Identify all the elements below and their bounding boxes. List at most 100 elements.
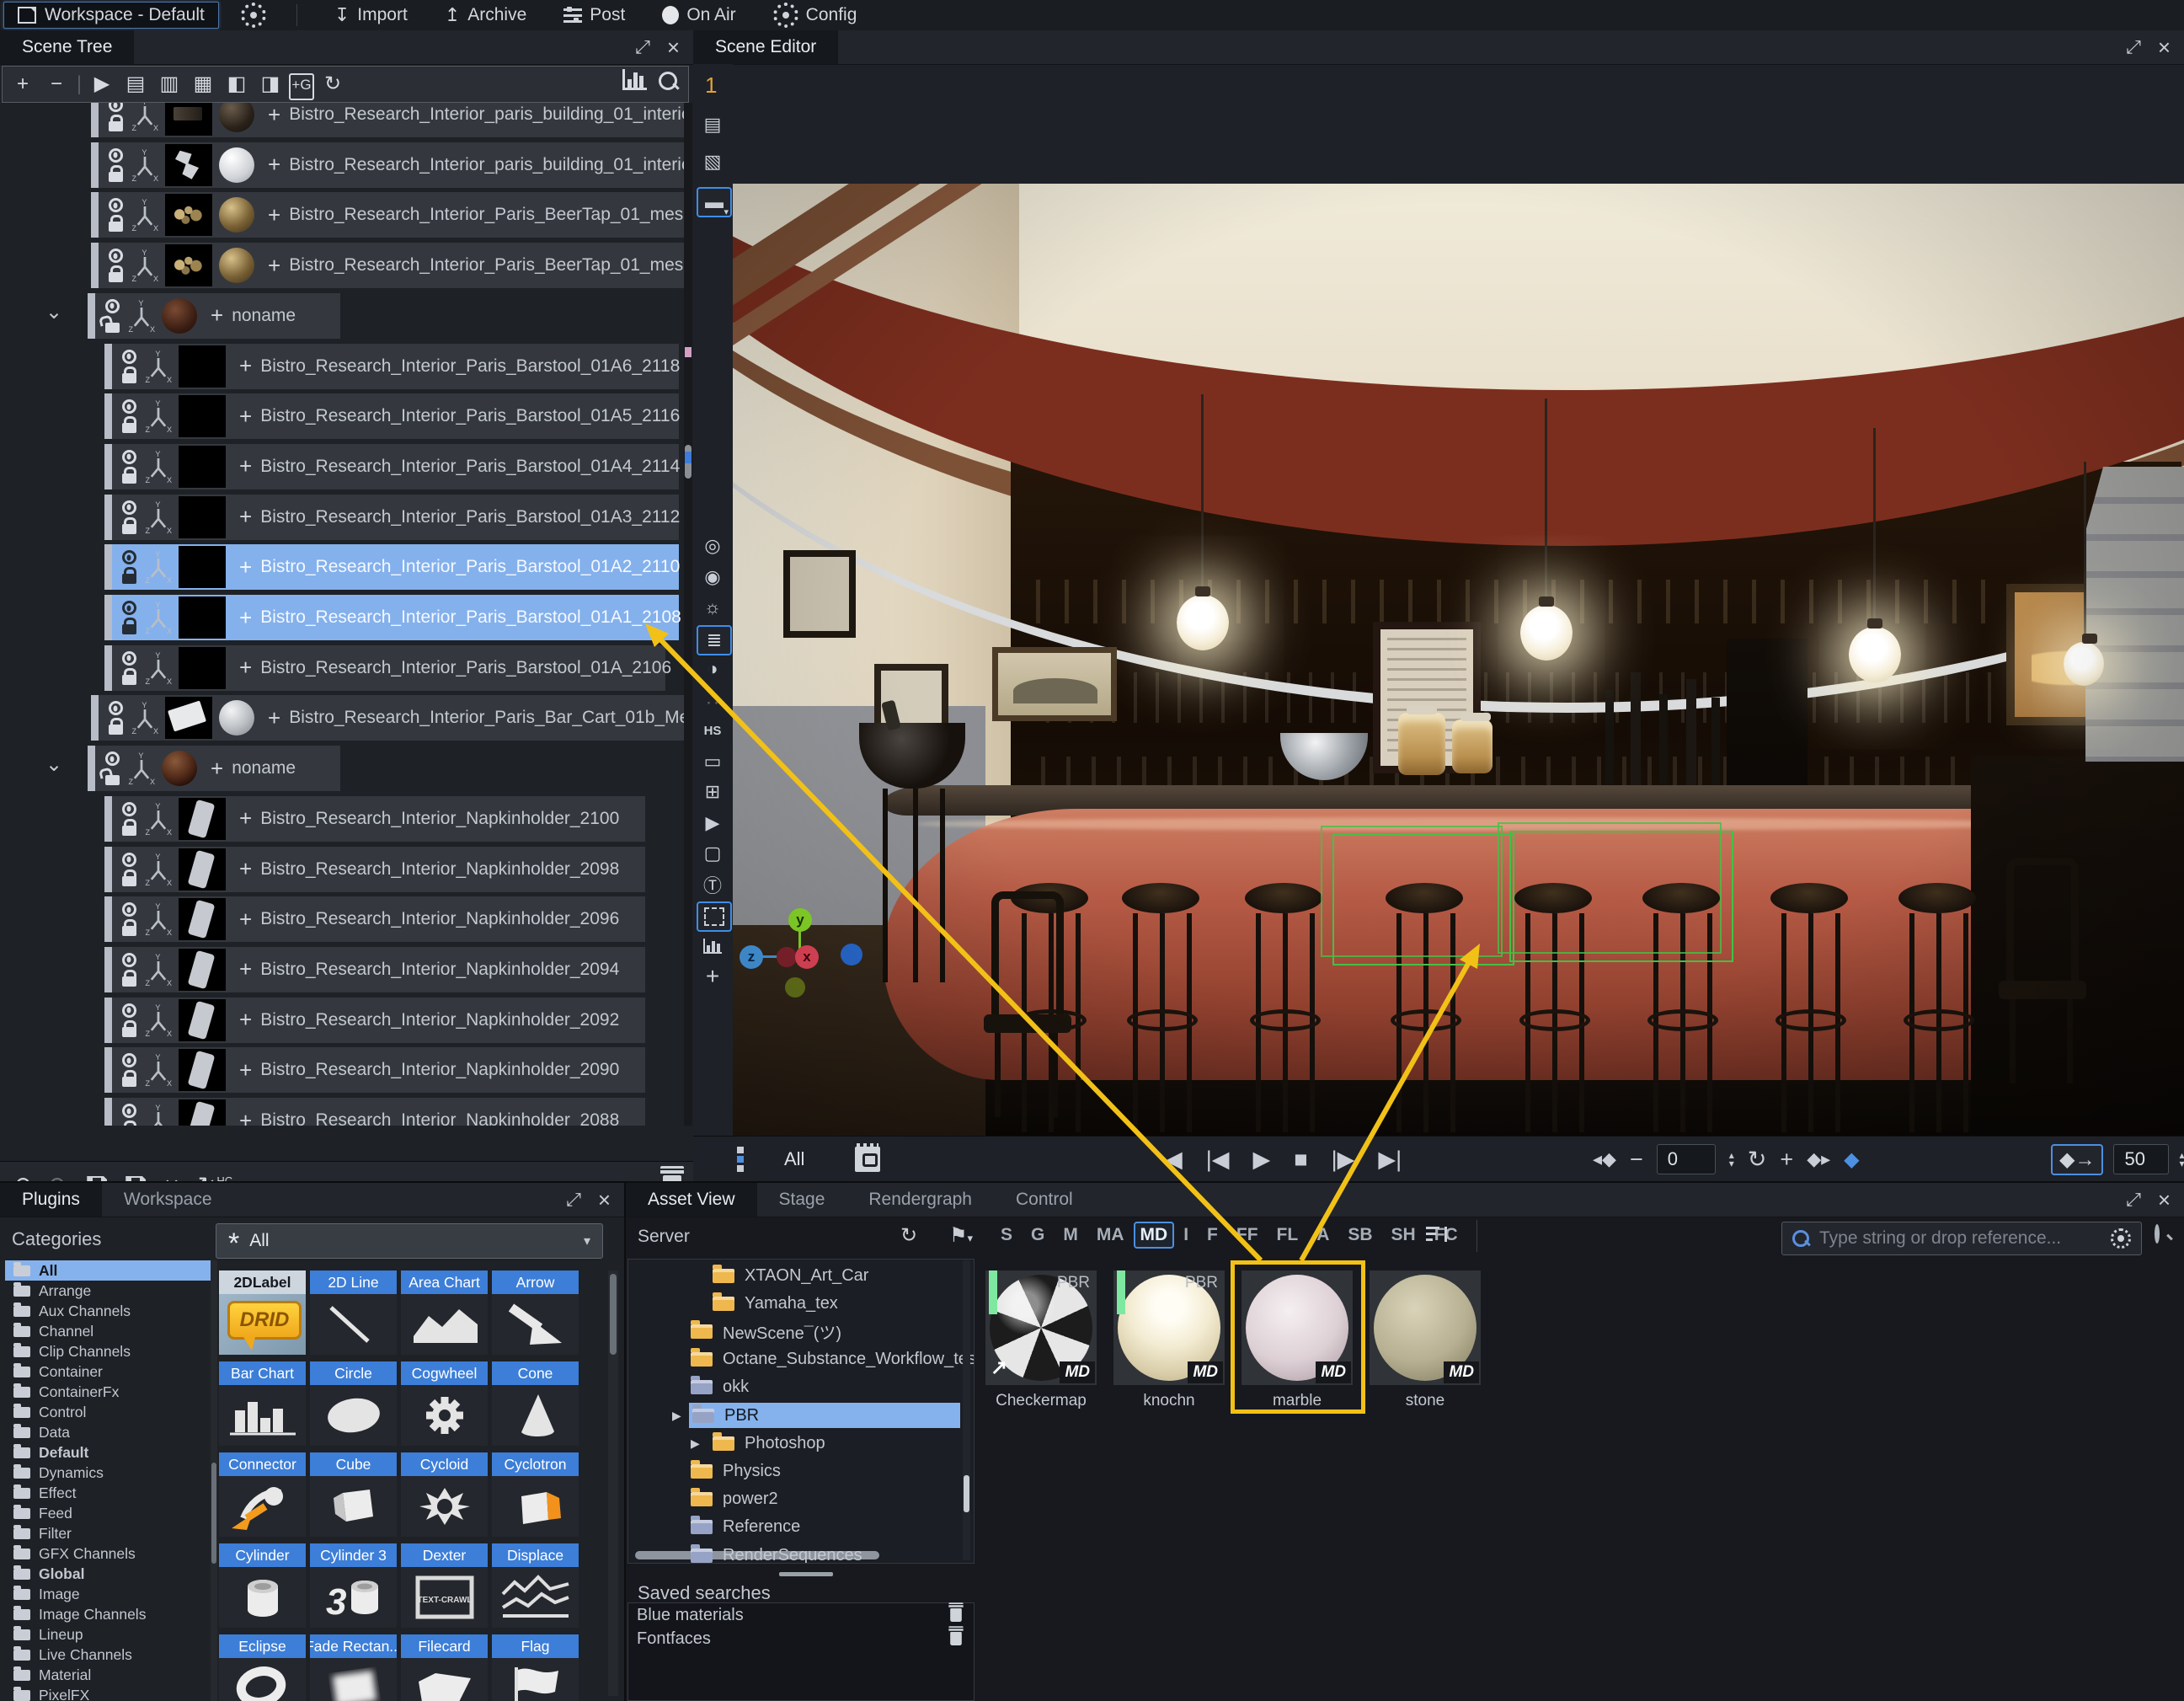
plugin-tile[interactable]: Connector (219, 1452, 306, 1537)
tab-control[interactable]: Control (994, 1183, 1095, 1217)
maximize-icon[interactable]: ⤢ (2126, 1189, 2141, 1211)
tree-row[interactable]: YZX+Bistro_Research_Interior_Napkinholde… (104, 1047, 645, 1093)
category-item[interactable]: Aux Channels (5, 1301, 211, 1321)
plugin-tile[interactable]: Fade Rectan... (310, 1634, 397, 1701)
server-tree-item[interactable]: ▶Photoshop (628, 1431, 975, 1456)
plugin-tile[interactable]: Displace (492, 1543, 579, 1628)
filter-letter-i[interactable]: I (1174, 1222, 1198, 1249)
tab-stage[interactable]: Stage (757, 1183, 847, 1217)
tree-row[interactable]: YZX+Bistro_Research_Interior_Paris_Barst… (104, 444, 679, 489)
points-icon[interactable]: ∴ (697, 687, 729, 714)
camera-icon[interactable]: ◎ (697, 532, 729, 559)
speed-mode-button[interactable]: ◆→ (2051, 1144, 2103, 1175)
category-item[interactable]: PixelFX (5, 1685, 211, 1701)
eye-icon[interactable] (122, 1003, 136, 1018)
plugin-tile[interactable]: Cylinder 33 (310, 1543, 397, 1628)
category-item[interactable]: Container (5, 1361, 211, 1382)
loop-icon[interactable]: ↻ (1748, 1147, 1767, 1173)
eye-icon[interactable] (122, 550, 136, 564)
close-icon[interactable]: × (2158, 1189, 2171, 1211)
filter-letter-a[interactable]: A (1307, 1222, 1338, 1249)
category-item[interactable]: Filter (5, 1523, 211, 1543)
expand-plus-icon[interactable]: + (239, 1108, 252, 1126)
category-item[interactable]: Arrange (5, 1281, 211, 1301)
lock-icon[interactable] (122, 1027, 136, 1037)
refresh-icon[interactable]: ↻ (318, 67, 348, 102)
menu-config[interactable]: Config (773, 3, 857, 28)
lock-icon[interactable] (122, 976, 136, 987)
asset-item[interactable]: MDmarble (1242, 1270, 1353, 1410)
server-tree-item[interactable]: Yamaha_tex (628, 1291, 975, 1316)
stats-icon[interactable] (697, 933, 729, 960)
plugin-tile[interactable]: 2DLabelDRID (219, 1270, 306, 1355)
tree-row[interactable]: YZX+Bistro_Research_Interior_Napkinholde… (104, 796, 645, 842)
hs-icon[interactable]: HS (697, 717, 729, 744)
lock-icon[interactable] (109, 725, 123, 735)
expand-plus-icon[interactable]: + (239, 1007, 252, 1033)
server-tree-item[interactable]: NewScene¯(ツ) (628, 1319, 975, 1344)
sliders-icon[interactable]: ≣ (697, 625, 732, 655)
expand-plus-icon[interactable]: + (239, 504, 252, 530)
tree-row[interactable]: YZX+Bistro_Research_Interior_Paris_Barst… (104, 595, 679, 640)
eye-icon[interactable] (109, 701, 123, 715)
saved-search-item[interactable]: Fontfaces (628, 1627, 974, 1650)
expand-arrow-icon[interactable]: ▶ (691, 1436, 702, 1451)
tree-row[interactable]: YZX+Bistro_Research_Interior_paris_build… (91, 142, 684, 188)
crosshair-icon[interactable]: + (697, 963, 729, 990)
workspace-selector[interactable]: Workspace - Default (3, 2, 219, 29)
plugin-tile[interactable]: Cube (310, 1452, 397, 1537)
tab-scene-tree[interactable]: Scene Tree (0, 30, 134, 64)
tree-stats-icon[interactable] (619, 67, 649, 102)
expand-plus-icon[interactable]: + (239, 453, 252, 479)
asset-item[interactable]: MDstone (1370, 1270, 1481, 1410)
category-item[interactable]: Data (5, 1422, 211, 1442)
expand-plus-icon[interactable]: + (268, 705, 280, 731)
plugin-tile[interactable]: Cyclotron (492, 1452, 579, 1537)
lock-icon[interactable] (109, 272, 123, 282)
jump-end-icon[interactable]: ▶| (1378, 1147, 1402, 1173)
tree-row[interactable]: YZX+Bistro_Research_Interior_Napkinholde… (104, 896, 645, 942)
category-item[interactable]: Effect (5, 1483, 211, 1503)
server-tree-item[interactable]: RenderSequences (628, 1543, 975, 1564)
search-input[interactable]: Type string or drop reference... (1781, 1222, 2142, 1255)
tree-row[interactable]: YZX+Bistro_Research_Interior_Paris_Barst… (104, 393, 679, 439)
lock-icon[interactable] (122, 473, 136, 484)
filter-letter-m[interactable]: M (1054, 1222, 1087, 1249)
advanced-search-icon[interactable] (2155, 1227, 2160, 1242)
category-item[interactable]: Image (5, 1584, 211, 1604)
info-icon[interactable]: ▧ (697, 148, 729, 175)
expand-plus-icon[interactable]: + (239, 353, 252, 379)
category-item[interactable]: Clip Channels (5, 1341, 211, 1361)
tree-row[interactable]: YZX+Bistro_Research_Interior_Napkinholde… (104, 1098, 645, 1126)
lock-icon[interactable] (109, 222, 123, 232)
stop-icon[interactable]: ■ (1294, 1147, 1307, 1173)
filter-letter-md[interactable]: MD (1134, 1222, 1175, 1249)
frame-field[interactable]: 0 (1657, 1144, 1716, 1174)
eye-icon[interactable] (105, 299, 120, 313)
plugin-tile[interactable]: Filecard (401, 1634, 488, 1701)
eye-icon[interactable] (122, 350, 136, 364)
expand-plus-icon[interactable]: + (239, 1057, 252, 1083)
maximize-icon[interactable]: ⤢ (635, 36, 650, 58)
expand-plus-icon[interactable]: + (239, 404, 252, 430)
properties-icon[interactable]: ▤ (120, 67, 151, 102)
axis-roll-handle[interactable] (785, 977, 805, 998)
lock-icon[interactable] (122, 876, 136, 886)
scene-camera-icon[interactable]: ◉ (697, 564, 729, 591)
expand-plus-icon[interactable]: + (239, 907, 252, 933)
step-forward-icon[interactable]: |▶ (1332, 1147, 1355, 1173)
server-tree-item[interactable]: okk (628, 1375, 975, 1400)
plugin-tile[interactable]: Eclipse (219, 1634, 306, 1701)
filter-letter-fl[interactable]: FL (1268, 1222, 1308, 1249)
asset-item[interactable]: PBRMDknochn (1113, 1270, 1225, 1410)
search-settings-icon[interactable] (2111, 1228, 2131, 1249)
tab-asset-view[interactable]: Asset View (626, 1183, 757, 1217)
lock-icon[interactable] (122, 826, 136, 836)
plugin-tile[interactable]: Circle (310, 1361, 397, 1446)
tree-row[interactable]: YZX+Bistro_Research_Interior_Paris_BeerT… (91, 192, 684, 238)
light-icon[interactable]: ☼ (697, 594, 729, 621)
filter-letter-g[interactable]: G (1022, 1222, 1054, 1249)
categories-scrollbar[interactable] (211, 1260, 217, 1701)
plugin-tile[interactable]: Bar Chart (219, 1361, 306, 1446)
unlock-icon[interactable] (105, 323, 120, 333)
